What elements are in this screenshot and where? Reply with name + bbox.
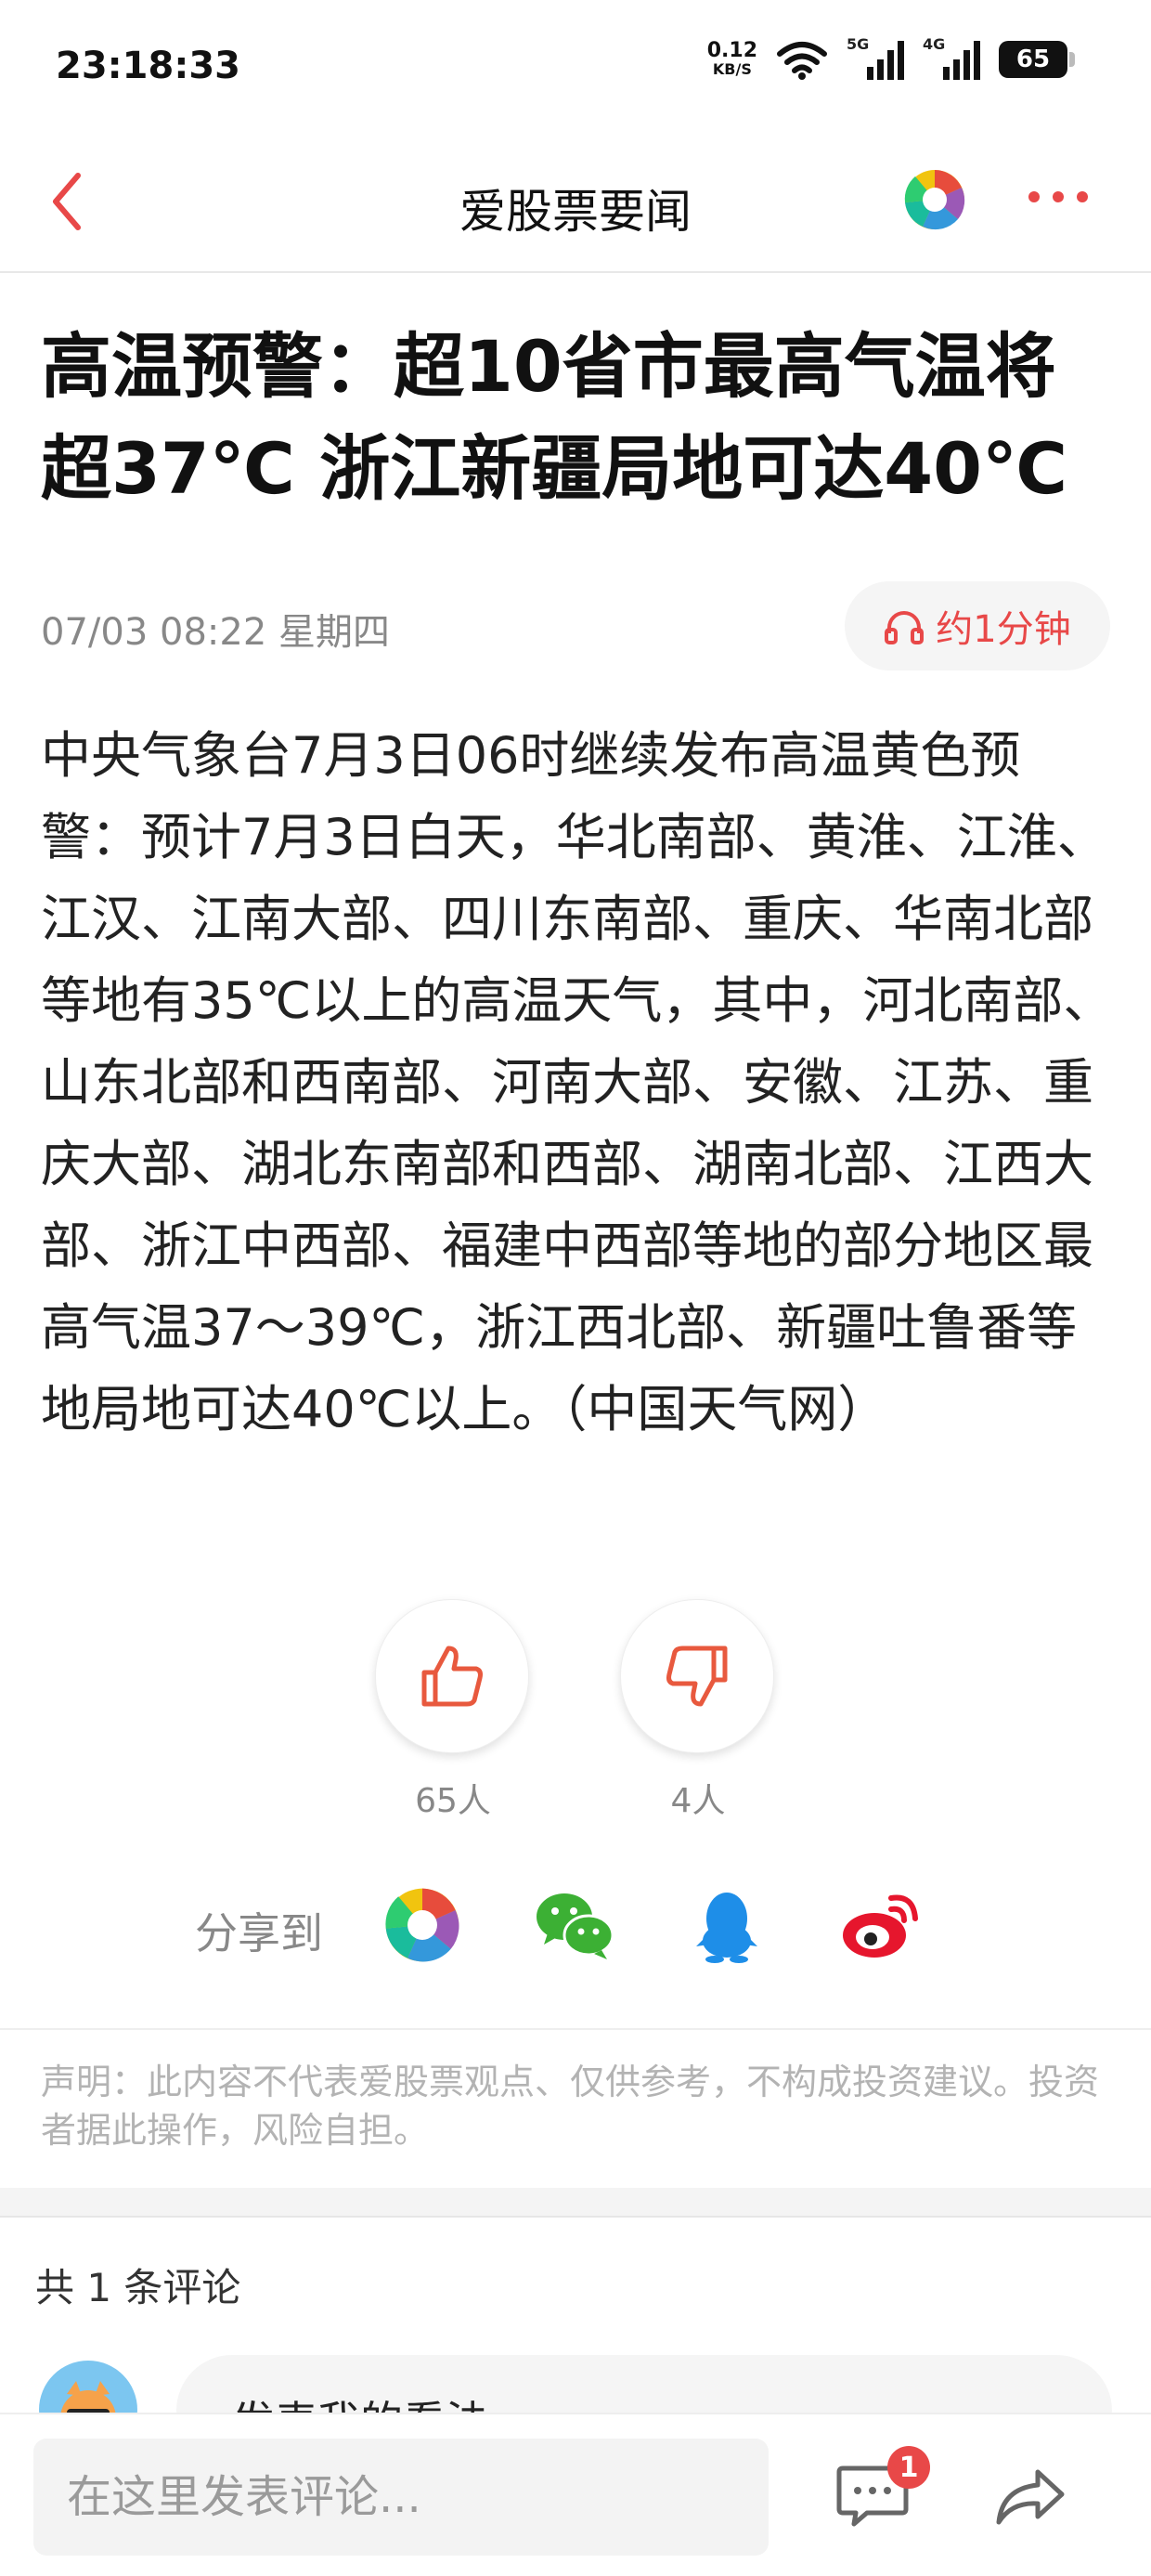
disclaimer-section: 声明：此内容不代表爱股票观点、仅供参考，不构成投资建议。投资者据此操作，风险自担… [0,2028,1151,2190]
thumbs-down-icon [666,1646,728,1707]
share-label: 分享到 [195,1908,323,1958]
more-button[interactable] [1028,191,1088,202]
article-date: 07/03 08:22 星期四 [41,611,390,654]
wechat-icon [537,1893,614,1959]
qq-penguin-icon [696,1893,757,1963]
like-button[interactable] [375,1599,529,1753]
listen-duration: 约1分钟 [936,608,1071,651]
status-time: 23:18:33 [56,45,240,87]
share-weibo-button[interactable] [839,1885,919,1965]
comment-badge: 1 [887,2446,930,2489]
app-logo-share-icon [385,1888,459,1962]
disclaimer-text: 声明：此内容不代表爱股票观点、仅供参考，不构成投资建议。投资者据此操作，风险自担… [41,2062,1100,2151]
comment-input[interactable] [33,2439,769,2556]
network-speed-unit: KB/S [712,60,752,78]
share-button[interactable] [993,2463,1067,2537]
like-count: 65人 [415,1782,491,1820]
comments-button[interactable]: 1 [835,2446,930,2537]
share-qq-button[interactable] [687,1885,767,1965]
dislike-count: 4人 [670,1782,726,1820]
network-speed-value: 0.12 [706,39,757,62]
signal-4g-icon: 4G [923,35,980,80]
more-dots-icon [1028,191,1040,202]
section-divider [0,2188,1151,2218]
article-body: 中央气象台7月3日06时继续发布高温黄色预警：预计7月3日白天，华北南部、黄淮、… [41,726,1114,1438]
signal-5g-icon: 5G [847,35,904,80]
article-title: 高温预警：超10省市最高气温将超37℃ 浙江新疆局地可达40℃ [41,325,1068,510]
listen-button[interactable]: 约1分钟 [845,581,1110,670]
battery-icon: 65 [999,41,1075,78]
dislike-button[interactable] [620,1599,774,1753]
comment-count: 共 1 条评论 [35,2265,241,2310]
share-arrow-icon [996,2469,1065,2525]
dislike-reaction: 4人 [620,1599,776,1822]
app-logo-button[interactable] [902,167,967,232]
share-wechat-button[interactable] [533,1885,614,1965]
like-reaction: 65人 [375,1599,531,1822]
headphones-icon [885,611,925,644]
thumbs-up-icon [421,1646,483,1707]
wifi-icon [777,42,827,80]
page-title: 爱股票要闻 [459,185,692,239]
status-bar: 23:18:33 0.12 KB/S 5G 4G 65 [0,0,1151,130]
signal-4g-label: 4G [923,35,946,53]
signal-5g-label: 5G [847,35,870,53]
top-nav: 爱股票要闻 [0,139,1151,273]
share-app-button[interactable] [382,1885,462,1965]
bottom-bar: 1 [0,2413,1151,2576]
network-speed: 0.12 KB/S [707,41,757,78]
status-indicators: 0.12 KB/S 5G 4G 65 [707,35,1075,80]
app-logo-icon [904,170,965,230]
weibo-icon [843,1894,918,1958]
